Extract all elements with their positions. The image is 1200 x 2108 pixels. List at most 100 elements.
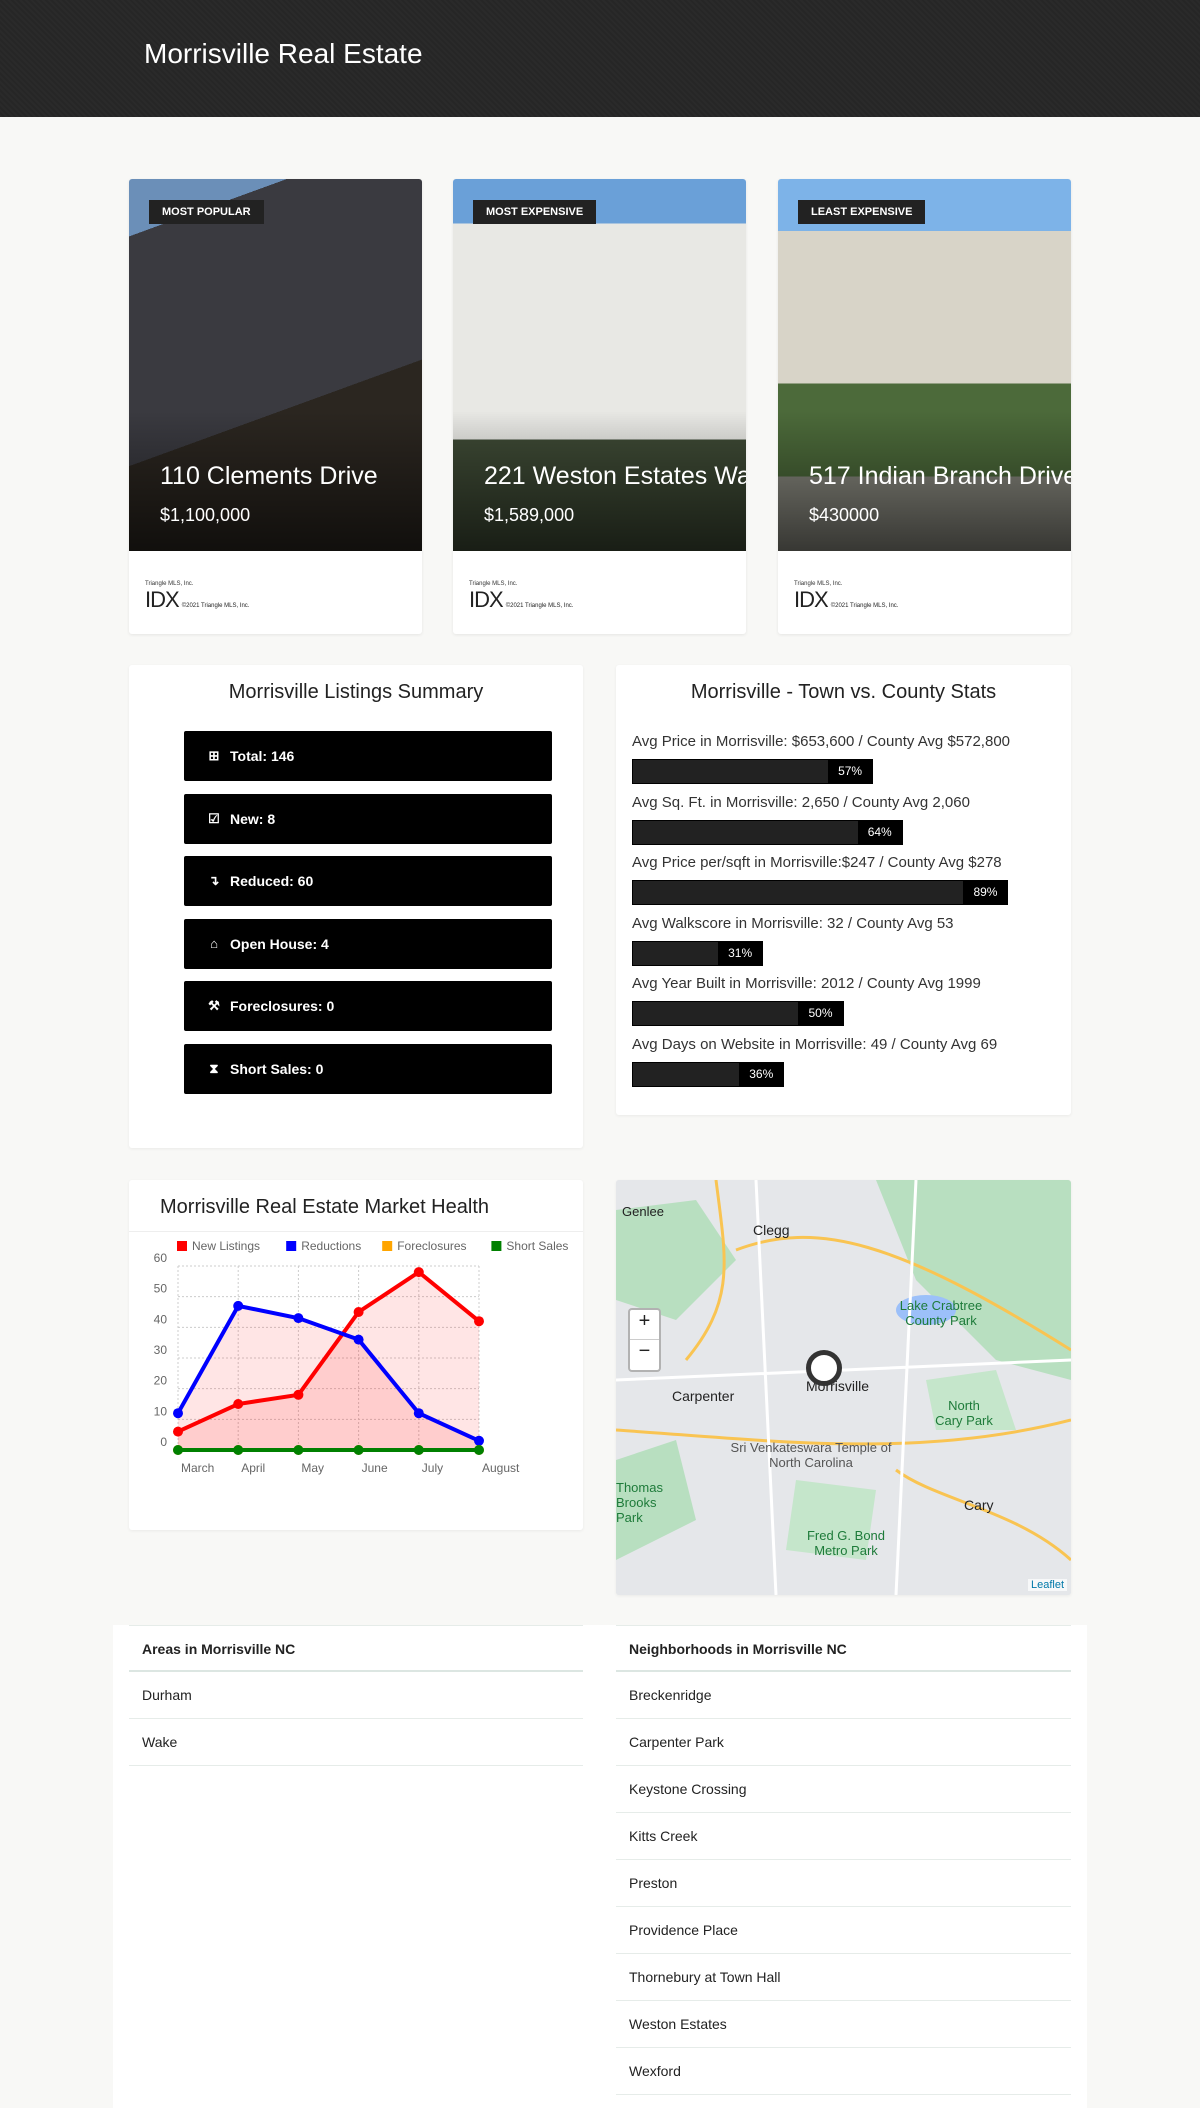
- stat-label: Avg Price in Morrisville: $653,600 / Cou…: [632, 733, 1011, 750]
- map-label-lake-crabtree: Lake Crabtree County Park: [899, 1298, 983, 1328]
- legend-swatch[interactable]: [491, 1241, 502, 1251]
- chart-title: Morrisville Real Estate Market Health: [129, 1180, 583, 1232]
- data-point[interactable]: [413, 1445, 424, 1455]
- data-point[interactable]: [353, 1307, 364, 1317]
- summary-label: Foreclosures: 0: [230, 998, 335, 1014]
- data-point[interactable]: [173, 1408, 183, 1419]
- list-item[interactable]: Preston: [616, 1860, 1071, 1907]
- summary-button[interactable]: ⊞ Total: 146: [184, 731, 552, 781]
- legend-label[interactable]: Foreclosures: [397, 1239, 466, 1253]
- map-label-cary: Cary: [964, 1497, 994, 1513]
- featured-listing-card[interactable]: MOST EXPENSIVE 221 Weston Estates Way $1…: [453, 179, 746, 634]
- listing-badge: MOST EXPENSIVE: [473, 200, 597, 224]
- market-health-panel: Morrisville Real Estate Market Health 0 1…: [129, 1180, 583, 1530]
- listing-photo[interactable]: MOST POPULAR 110 Clements Drive $1,100,0…: [129, 179, 422, 551]
- neighborhoods-list: Neighborhoods in Morrisville NC Breckenri…: [616, 1625, 1071, 2095]
- stat-percent: 36%: [739, 1062, 784, 1086]
- summary-button[interactable]: ⧗ Short Sales: 0: [184, 1043, 552, 1094]
- summary-button[interactable]: ☑ New: 8: [184, 793, 552, 844]
- summary-label: Open House: 4: [230, 935, 329, 952]
- stat-percent: 31%: [718, 941, 763, 965]
- stats-title: Morrisville - Town vs. County Stats: [690, 681, 997, 703]
- map-label-genlee: Genlee: [622, 1204, 664, 1219]
- home-icon: ⌂: [210, 936, 218, 951]
- data-point[interactable]: [293, 1445, 304, 1455]
- listing-address[interactable]: 517 Indian Branch Drive: [809, 462, 1071, 491]
- listing-photo[interactable]: MOST EXPENSIVE 221 Weston Estates Way $1…: [453, 179, 746, 551]
- listing-address[interactable]: 110 Clements Drive: [160, 462, 378, 491]
- list-item[interactable]: Providence Place: [616, 1907, 1071, 1954]
- map-label-carpenter: Carpenter: [672, 1388, 735, 1404]
- listing-badge: MOST POPULAR: [149, 200, 264, 224]
- summary-button[interactable]: ↴ Reduced: 60: [184, 856, 552, 906]
- listing-address[interactable]: 221 Weston Estates Way: [484, 462, 746, 491]
- map-label-temple: Sri Venkateswara Temple of North Carolin…: [730, 1440, 892, 1470]
- idx-logo: Triangle MLS, Inc. IDX ©2021 Triangle MLS,…: [794, 581, 899, 612]
- list-item[interactable]: Carpenter Park: [616, 1719, 1071, 1766]
- data-point[interactable]: [474, 1316, 484, 1327]
- legend-label[interactable]: Reductions: [301, 1239, 361, 1253]
- summary-label: New: 8: [230, 810, 276, 827]
- map[interactable]: Genlee Clegg Lake Crabtree County Park C…: [616, 1180, 1071, 1595]
- data-point[interactable]: [353, 1445, 364, 1455]
- listings-summary-panel: Morrisville Listings Summary ⊞ Total: 146…: [129, 665, 583, 1148]
- featured-listing-card[interactable]: LEAST EXPENSIVE 517 Indian Branch Drive …: [778, 179, 1071, 634]
- map-attribution[interactable]: Leaflet: [1027, 1579, 1067, 1591]
- list-item[interactable]: Wexford: [616, 2048, 1071, 2095]
- legend-swatch[interactable]: [177, 1241, 187, 1251]
- data-point[interactable]: [293, 1313, 304, 1324]
- stat-percent: 57%: [828, 760, 873, 783]
- legend-label[interactable]: Short Sales: [506, 1239, 568, 1253]
- data-point[interactable]: [353, 1334, 364, 1345]
- zoom-out-button[interactable]: −: [630, 1340, 659, 1370]
- data-point[interactable]: [413, 1267, 424, 1278]
- summary-label: Short Sales: 0: [230, 1060, 324, 1077]
- summary-label: Reduced: 60: [230, 873, 314, 889]
- y-tick-label: 60: [154, 1251, 168, 1265]
- arrow-down-icon: ↴: [208, 873, 220, 888]
- stat-label: Avg Price per/sqft in Morrisville:$247 /…: [632, 854, 1002, 871]
- data-point[interactable]: [173, 1445, 183, 1455]
- data-point[interactable]: [233, 1445, 244, 1455]
- legend-label[interactable]: New Listings: [192, 1239, 260, 1253]
- listing-price: $1,100,000: [160, 505, 251, 525]
- stats-panel: Morrisville - Town vs. County Stats Avg …: [616, 665, 1071, 1115]
- summary-button[interactable]: ⌂ Open House: 4: [184, 918, 552, 969]
- data-point[interactable]: [233, 1300, 244, 1311]
- map-label-clegg: Clegg: [753, 1222, 790, 1238]
- list-item[interactable]: Breckenridge: [616, 1672, 1071, 1719]
- calendar-check-icon: ☑: [208, 810, 220, 826]
- stat-percent: 64%: [857, 820, 902, 844]
- list-item[interactable]: Durham: [129, 1672, 583, 1719]
- x-tick-label: April: [241, 1461, 265, 1475]
- map-marker-icon[interactable]: [806, 1350, 842, 1386]
- list-header: Neighborhoods in Morrisville NC: [616, 1625, 1071, 1672]
- list-item[interactable]: Weston Estates: [616, 2001, 1071, 2048]
- y-tick-label: 30: [154, 1343, 168, 1357]
- site-title[interactable]: Morrisville Real Estate: [144, 38, 423, 70]
- y-tick-label: 50: [154, 1282, 168, 1296]
- map-label-fred-bond: Fred G. Bond Metro Park: [806, 1528, 886, 1558]
- stat-progress-bar: 31%: [632, 940, 764, 966]
- data-point[interactable]: [474, 1445, 484, 1455]
- stat-progress-bar: 64%: [632, 819, 903, 845]
- data-point[interactable]: [413, 1408, 424, 1419]
- list-item[interactable]: Thornebury at Town Hall: [616, 1954, 1071, 2001]
- featured-listing-card[interactable]: MOST POPULAR 110 Clements Drive $1,100,0…: [129, 179, 422, 634]
- legend-swatch[interactable]: [286, 1241, 297, 1251]
- stat-progress-bar: 89%: [632, 880, 1009, 905]
- market-health-chart: 0 10 20 30 40 50 60 March April May June July August…: [154, 1239, 569, 1475]
- stat-progress-bar: 50%: [632, 1001, 844, 1026]
- list-item[interactable]: Wake: [129, 1719, 583, 1766]
- listing-photo[interactable]: LEAST EXPENSIVE 517 Indian Branch Drive …: [778, 179, 1071, 551]
- list-item[interactable]: Keystone Crossing: [616, 1766, 1071, 1813]
- summary-button[interactable]: ⚒ Foreclosures: 0: [184, 981, 552, 1031]
- gavel-icon: ⚒: [208, 998, 220, 1013]
- legend-swatch[interactable]: [382, 1241, 393, 1251]
- stat-label: Avg Walkscore in Morrisville: 32 / Count…: [632, 914, 954, 932]
- zoom-in-button[interactable]: +: [630, 1310, 659, 1340]
- list-item[interactable]: Kitts Creek: [616, 1813, 1071, 1860]
- summary-label: Total: 146: [230, 748, 295, 764]
- data-point[interactable]: [474, 1435, 484, 1446]
- stat-percent: 89%: [963, 881, 1008, 904]
